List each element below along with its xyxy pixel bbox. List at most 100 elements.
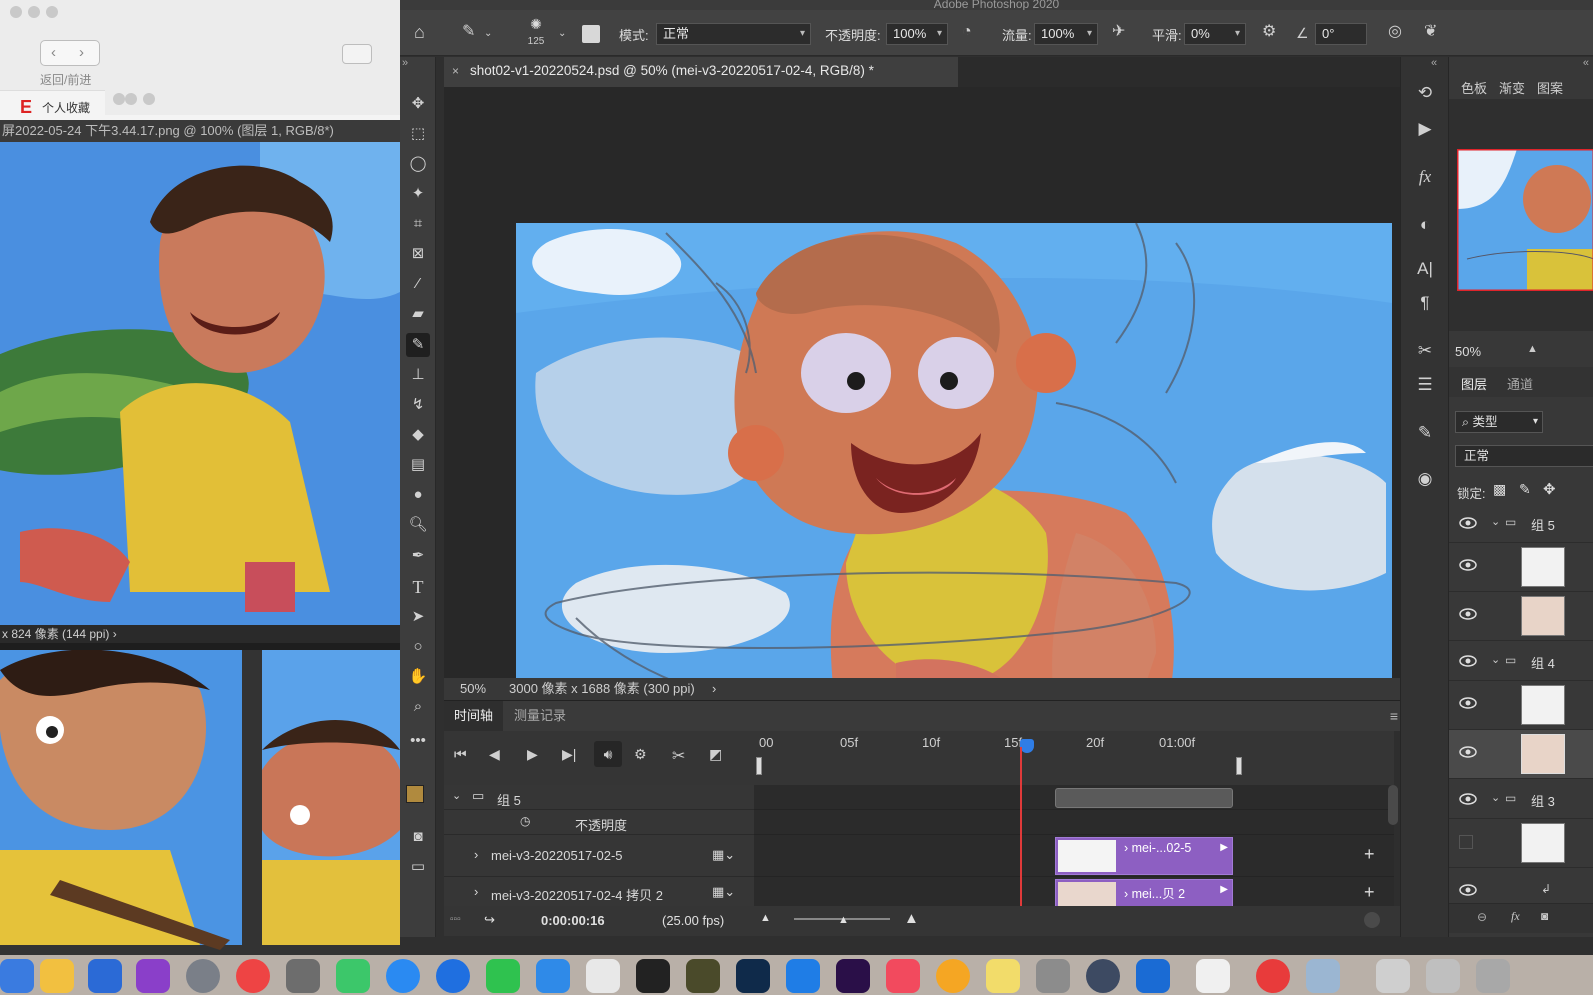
blur-tool-icon[interactable]: ●	[406, 483, 430, 507]
lock-position-icon[interactable]: ✥	[1543, 480, 1556, 498]
work-area-start-handle[interactable]	[756, 757, 762, 775]
chevron-down-icon[interactable]: ⌄	[452, 789, 461, 802]
document-icon[interactable]	[1426, 959, 1460, 993]
zoom-in-icon[interactable]: ▲	[904, 910, 919, 927]
trash-icon[interactable]	[1476, 959, 1510, 993]
timeline-ruler[interactable]: 00 05f 10f 15f 20f 01:00f	[754, 731, 1394, 785]
document-tab[interactable]: × shot02-v1-20220524.psd @ 50% (mei-v3-20…	[444, 57, 958, 87]
zoom-level[interactable]: 50%	[460, 678, 486, 700]
chevron-right-icon[interactable]: ›	[79, 44, 84, 61]
visibility-toggle[interactable]	[1459, 835, 1473, 849]
eye-icon[interactable]	[1459, 793, 1477, 805]
app-icon[interactable]	[1196, 959, 1230, 993]
tab-channels[interactable]: 通道	[1507, 374, 1533, 393]
layer-item[interactable]	[1449, 592, 1593, 641]
layer-group[interactable]: ⌄ ▭ 组 3	[1449, 779, 1593, 819]
screen-mode-icon[interactable]: ▭	[406, 855, 430, 879]
chevron-right-icon[interactable]: ›	[712, 678, 716, 700]
eyedropper-icon[interactable]: ⁄	[406, 272, 430, 296]
flow-input[interactable]: 100% ▾	[1034, 23, 1098, 45]
zoom-out-icon[interactable]: ▲	[1527, 343, 1538, 355]
brush-size-picker[interactable]: ✺ 125	[518, 16, 554, 54]
pen-tool-icon[interactable]: ✒	[406, 544, 430, 568]
tab-layers[interactable]: 图层	[1461, 374, 1487, 393]
layer-row[interactable]: › mei-v3-20220517-02-4 拷贝 2 ▦⌄	[444, 877, 754, 907]
grid-view-icon[interactable]	[342, 44, 372, 64]
marquee-tool-icon[interactable]: ⬚	[406, 122, 430, 146]
audio-icon[interactable]: 🔊︎	[594, 741, 622, 767]
layer-track[interactable]: › mei-...02-5 ▶ +	[754, 835, 1394, 877]
opacity-input[interactable]: 100% ▾	[886, 23, 948, 45]
actions-icon[interactable]: ▶	[1411, 119, 1439, 139]
frame-tool-icon[interactable]: ⊠	[406, 242, 430, 266]
layer-item[interactable]	[1449, 681, 1593, 730]
scissors-icon[interactable]: ✂	[672, 746, 685, 766]
eraser-icon[interactable]: ◆	[406, 423, 430, 447]
app-icon[interactable]	[536, 959, 570, 993]
lasso-tool-icon[interactable]: ◯	[406, 152, 430, 176]
eye-icon[interactable]	[1459, 655, 1477, 667]
styles-icon[interactable]: fx	[1411, 167, 1439, 187]
navigator-zoom[interactable]: 50%	[1455, 344, 1481, 359]
app-icon[interactable]	[686, 959, 720, 993]
app-icon[interactable]	[1256, 959, 1290, 993]
navigator-thumbnail[interactable]	[1457, 149, 1593, 291]
layer-item-hidden[interactable]	[1449, 819, 1593, 868]
layer-item[interactable]	[1449, 543, 1593, 592]
stamp-tool-icon[interactable]: ⊥	[406, 363, 430, 387]
frames-mode-icon[interactable]: ▫▫▫	[450, 914, 461, 925]
film-icon[interactable]: ▦⌄	[712, 884, 735, 900]
clip-options-icon[interactable]: ▶	[1220, 884, 1228, 895]
properties-icon[interactable]: ☰	[1411, 375, 1439, 395]
app-icon[interactable]	[336, 959, 370, 993]
film-icon[interactable]: ▦⌄	[712, 847, 735, 863]
music-icon[interactable]	[886, 959, 920, 993]
layer-group[interactable]: ⌄ ▭ 组 4	[1449, 641, 1593, 681]
mode-select[interactable]: 正常 ▾	[656, 23, 811, 45]
favorites-label[interactable]: 个人收藏	[42, 99, 90, 116]
brush-settings-icon[interactable]: ✎	[1411, 423, 1439, 443]
tab-gradients[interactable]: 渐变	[1499, 78, 1525, 97]
home-icon[interactable]: ⌂	[414, 23, 425, 41]
chevron-down-icon[interactable]: ⌄	[558, 26, 566, 42]
folder-icon[interactable]	[1306, 959, 1340, 993]
lock-transparency-icon[interactable]: ▩	[1493, 481, 1506, 498]
next-frame-icon[interactable]: ▶|	[562, 746, 576, 763]
chevron-down-icon[interactable]: ⌄	[1491, 515, 1500, 528]
chevron-left-icon[interactable]: ‹	[51, 44, 56, 61]
tab-measurement-log[interactable]: 测量记录	[504, 701, 576, 731]
zoom-tool-icon[interactable]: ⌕	[406, 695, 430, 719]
video-clip[interactable]: › mei-...02-5 ▶	[1055, 837, 1233, 875]
safari-icon[interactable]	[386, 959, 420, 993]
brush-tool-icon[interactable]: ✎	[406, 333, 430, 357]
group-track[interactable]	[754, 785, 1394, 810]
video-clip[interactable]: › mei...贝 2 ▶	[1055, 879, 1233, 909]
canvas-area[interactable]	[444, 87, 1404, 717]
timeline-scrollbar[interactable]	[1388, 785, 1398, 825]
more-tools-icon[interactable]: •••	[406, 729, 430, 753]
pressure-opacity-icon[interactable]: ◔	[962, 24, 972, 40]
airbrush-icon[interactable]: ✈	[1112, 24, 1125, 40]
eye-icon[interactable]	[1459, 608, 1477, 620]
transition-icon[interactable]: ◩	[709, 746, 722, 763]
collapse-icon[interactable]: «	[1583, 57, 1589, 69]
chevron-right-icon[interactable]: ›	[474, 847, 478, 862]
layer-filter-select[interactable]: ⌕ 类型 ▾	[1455, 411, 1543, 433]
word-icon[interactable]	[88, 959, 122, 993]
app-icon[interactable]	[1086, 959, 1120, 993]
layer-item-selected[interactable]	[1449, 730, 1593, 779]
path-select-icon[interactable]: ➤	[406, 605, 430, 629]
fx-icon[interactable]: fx	[1511, 909, 1520, 924]
first-frame-icon[interactable]: ⏮	[454, 746, 467, 763]
chevron-down-icon[interactable]: ⌄	[1491, 653, 1500, 666]
play-icon[interactable]: ▶	[527, 746, 538, 763]
tab-patterns[interactable]: 图案	[1537, 78, 1563, 97]
layer-item[interactable]: ↲	[1449, 868, 1593, 903]
tab-timeline[interactable]: 时间轴	[444, 701, 504, 731]
add-media-icon[interactable]: +	[1364, 882, 1375, 903]
brush-preset-icon[interactable]: ✎	[462, 24, 475, 40]
healing-brush-icon[interactable]: ▰	[406, 302, 430, 326]
foreground-color[interactable]	[406, 785, 424, 803]
smoothing-input[interactable]: 0% ▾	[1184, 23, 1246, 45]
link-icon[interactable]: ⊖	[1477, 910, 1487, 924]
